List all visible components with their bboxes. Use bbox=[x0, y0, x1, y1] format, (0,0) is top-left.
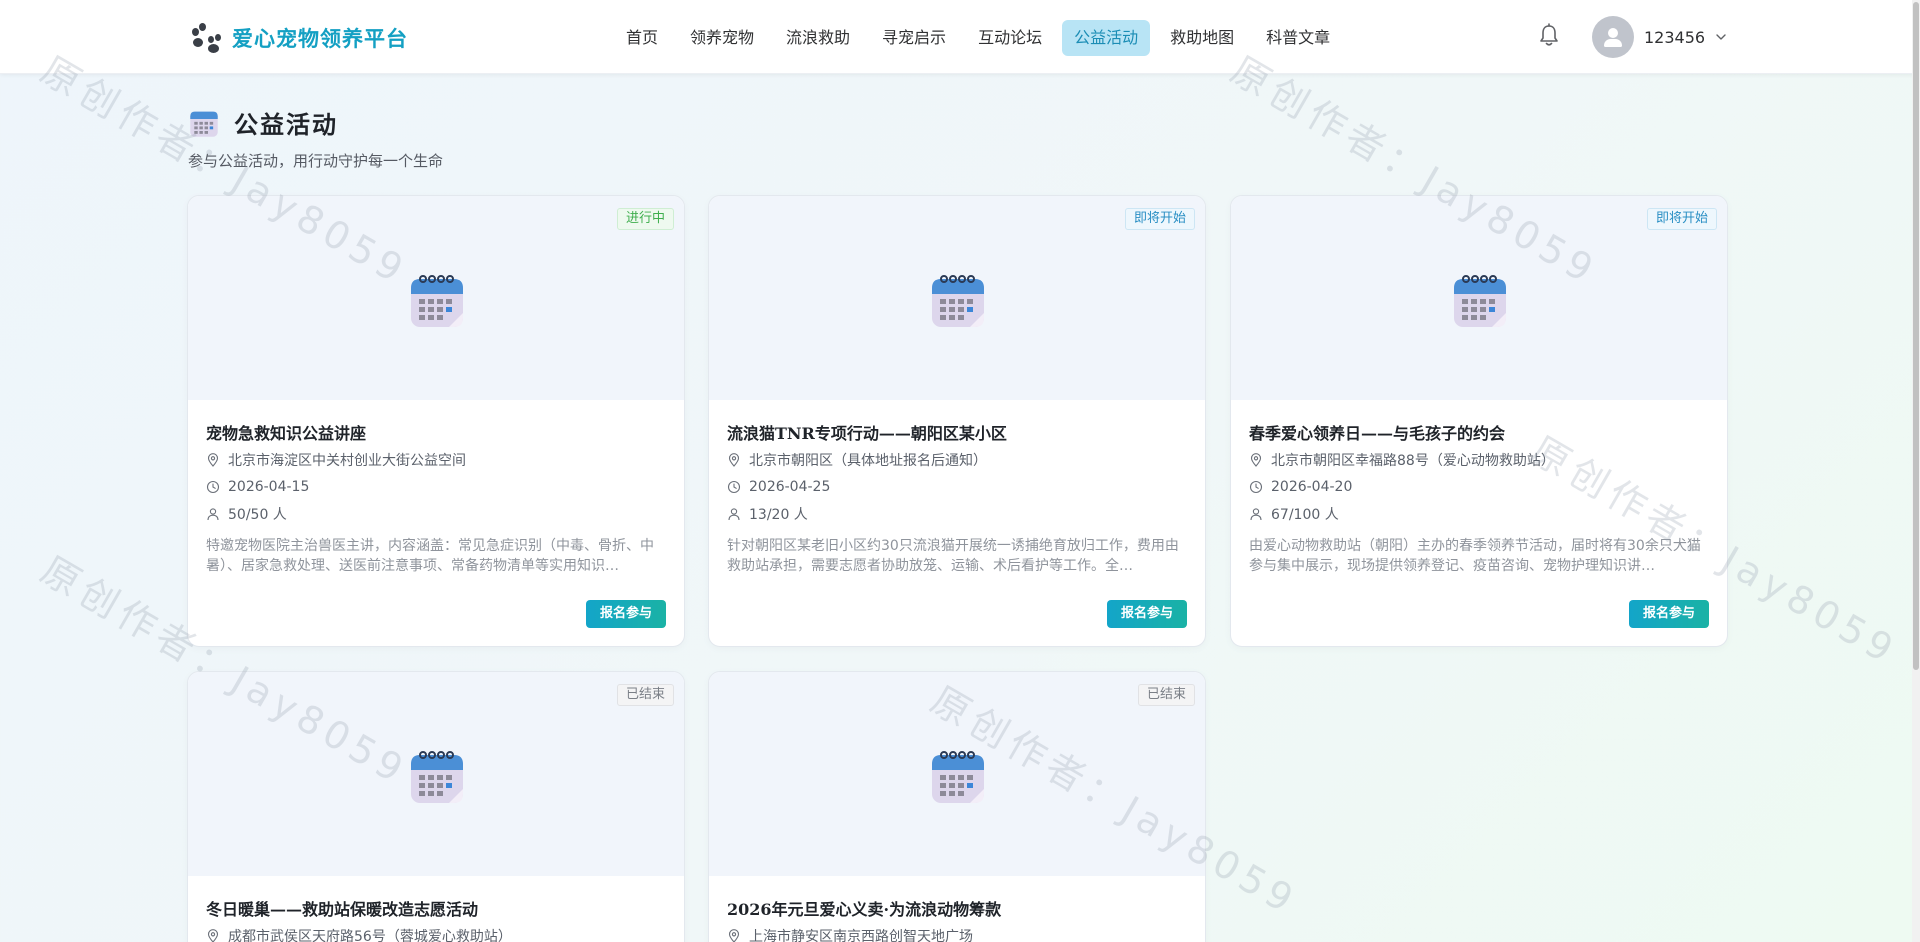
status-badge: 即将开始 bbox=[1646, 208, 1717, 230]
nav-rescue[interactable]: 流浪救助 bbox=[774, 20, 862, 56]
event-card-banner: 已结束 bbox=[709, 672, 1205, 876]
event-card[interactable]: 即将开始 流浪猫TNR专项行动——朝阳区某小区 北京市朝阳区（具体地址报名后通知… bbox=[708, 195, 1206, 647]
scrollbar-thumb[interactable] bbox=[1913, 2, 1919, 670]
brand-name: 爱心宠物领养平台 bbox=[232, 26, 408, 51]
event-card-banner: 进行中 bbox=[188, 196, 684, 400]
page-heading: 公益活动 参与公益活动，用行动守护每一个生命 bbox=[188, 105, 443, 171]
event-card-banner: 已结束 bbox=[188, 672, 684, 876]
event-card[interactable]: 已结束 冬日暖巢——救助站保暖改造志愿活动 成都市武侯区天府路56号（蓉城爱心救… bbox=[187, 671, 685, 942]
brand-logo[interactable]: 爱心宠物领养平台 bbox=[190, 22, 408, 54]
clock-icon bbox=[1249, 480, 1263, 493]
event-description: 针对朝阳区某老旧小区约30只流浪猫开展统一诱捕绝育放归工作，费用由救助站承担，需… bbox=[727, 538, 1179, 574]
nav-charity-events[interactable]: 公益活动 bbox=[1062, 20, 1151, 56]
avatar[interactable] bbox=[1592, 16, 1634, 58]
event-date-text: 2026-04-20 bbox=[1271, 478, 1353, 495]
event-location-text: 北京市朝阳区幸福路88号（爱心动物救助站） bbox=[1271, 452, 1555, 469]
event-participants-text: 67/100 人 bbox=[1271, 506, 1339, 523]
nav-adopt[interactable]: 领养宠物 bbox=[678, 20, 766, 56]
page-title: 公益活动 bbox=[234, 110, 338, 139]
event-card-banner: 即将开始 bbox=[709, 196, 1205, 400]
event-participants: 67/100 人 bbox=[1249, 504, 1709, 523]
event-card[interactable]: 进行中 宠物急救知识公益讲座 北京市海淀区中关村创业大街公益空间 2026-04… bbox=[187, 195, 685, 647]
nav-home[interactable]: 首页 bbox=[614, 20, 670, 56]
calendar-icon bbox=[932, 275, 984, 327]
event-date: 2026-04-20 bbox=[1249, 477, 1709, 496]
user-icon bbox=[728, 507, 740, 520]
event-description: 由爱心动物救助站（朝阳）主办的春季领养节活动，届时将有30余只犬猫参与集中展示，… bbox=[1249, 538, 1701, 574]
event-location: 成都市武侯区天府路56号（蓉城爱心救助站） bbox=[206, 926, 666, 942]
event-location-text: 北京市海淀区中关村创业大街公益空间 bbox=[228, 452, 466, 469]
event-location-text: 上海市静安区南京西路创智天地广场 bbox=[749, 928, 973, 942]
event-date: 2026-04-15 bbox=[206, 477, 666, 496]
calendar-icon bbox=[1454, 275, 1506, 327]
event-title[interactable]: 宠物急救知识公益讲座 bbox=[206, 420, 666, 443]
clock-icon bbox=[206, 480, 220, 493]
event-card[interactable]: 即将开始 春季爱心领养日——与毛孩子的约会 北京市朝阳区幸福路88号（爱心动物救… bbox=[1230, 195, 1728, 647]
user-icon bbox=[1250, 507, 1262, 520]
event-title[interactable]: 春季爱心领养日——与毛孩子的约会 bbox=[1249, 420, 1709, 443]
location-pin-icon bbox=[728, 452, 740, 467]
calendar-icon bbox=[932, 751, 984, 803]
username: 123456 bbox=[1644, 27, 1706, 47]
nav-forum[interactable]: 互动论坛 bbox=[966, 20, 1054, 56]
event-date-text: 2026-04-25 bbox=[749, 478, 831, 495]
event-location: 北京市朝阳区（具体地址报名后通知） bbox=[727, 450, 1187, 469]
event-date: 2026-04-25 bbox=[727, 477, 1187, 496]
page-scrollbar[interactable] bbox=[1912, 0, 1920, 942]
calendar-icon bbox=[411, 275, 463, 327]
event-description: 特邀宠物医院主治兽医主讲，内容涵盖：常见急症识别（中毒、骨折、中暑）、居家急救处… bbox=[206, 538, 654, 574]
event-title[interactable]: 冬日暖巢——救助站保暖改造志愿活动 bbox=[206, 896, 666, 919]
nav-articles[interactable]: 科普文章 bbox=[1254, 20, 1342, 56]
status-badge: 即将开始 bbox=[1124, 208, 1195, 230]
event-location-text: 成都市武侯区天府路56号（蓉城爱心救助站） bbox=[228, 928, 512, 942]
event-location: 北京市海淀区中关村创业大街公益空间 bbox=[206, 450, 666, 469]
join-button[interactable]: 报名参与 bbox=[1628, 600, 1709, 628]
event-card[interactable]: 已结束 2026年元旦爱心义卖·为流浪动物筹款 上海市静安区南京西路创智天地广场 bbox=[708, 671, 1206, 942]
join-button[interactable]: 报名参与 bbox=[585, 600, 666, 628]
paw-icon bbox=[190, 22, 222, 54]
bell-icon[interactable] bbox=[1538, 23, 1560, 47]
user-icon bbox=[207, 507, 219, 520]
page-subtitle: 参与公益活动，用行动守护每一个生命 bbox=[188, 152, 444, 170]
user-menu[interactable]: 123456 bbox=[1592, 16, 1727, 58]
location-pin-icon bbox=[207, 452, 219, 467]
status-badge: 已结束 bbox=[616, 684, 674, 706]
event-participants: 50/50 人 bbox=[206, 504, 666, 523]
event-location-text: 北京市朝阳区（具体地址报名后通知） bbox=[749, 452, 987, 469]
main-nav: 首页 领养宠物 流浪救助 寻宠启示 互动论坛 公益活动 救助地图 科普文章 bbox=[614, 20, 1350, 56]
top-header: 爱心宠物领养平台 首页 领养宠物 流浪救助 寻宠启示 互动论坛 公益活动 救助地… bbox=[0, 0, 1920, 74]
status-badge: 已结束 bbox=[1137, 684, 1195, 706]
calendar-icon bbox=[190, 111, 218, 137]
nav-lost-pet[interactable]: 寻宠启示 bbox=[870, 20, 958, 56]
event-date-text: 2026-04-15 bbox=[228, 478, 310, 495]
join-button[interactable]: 报名参与 bbox=[1106, 600, 1187, 628]
event-participants-text: 50/50 人 bbox=[228, 506, 287, 523]
chevron-down-icon[interactable] bbox=[1715, 31, 1727, 43]
event-title[interactable]: 流浪猫TNR专项行动——朝阳区某小区 bbox=[727, 420, 1187, 443]
location-pin-icon bbox=[1250, 452, 1262, 467]
event-participants-text: 13/20 人 bbox=[749, 506, 808, 523]
event-location: 北京市朝阳区幸福路88号（爱心动物救助站） bbox=[1249, 450, 1709, 469]
event-card-banner: 即将开始 bbox=[1231, 196, 1727, 400]
location-pin-icon bbox=[728, 928, 740, 942]
nav-rescue-map[interactable]: 救助地图 bbox=[1158, 20, 1246, 56]
calendar-icon bbox=[411, 751, 463, 803]
clock-icon bbox=[727, 480, 741, 493]
location-pin-icon bbox=[207, 928, 219, 942]
status-badge: 进行中 bbox=[616, 208, 674, 230]
event-participants: 13/20 人 bbox=[727, 504, 1187, 523]
event-location: 上海市静安区南京西路创智天地广场 bbox=[727, 926, 1187, 942]
event-title[interactable]: 2026年元旦爱心义卖·为流浪动物筹款 bbox=[727, 896, 1187, 919]
